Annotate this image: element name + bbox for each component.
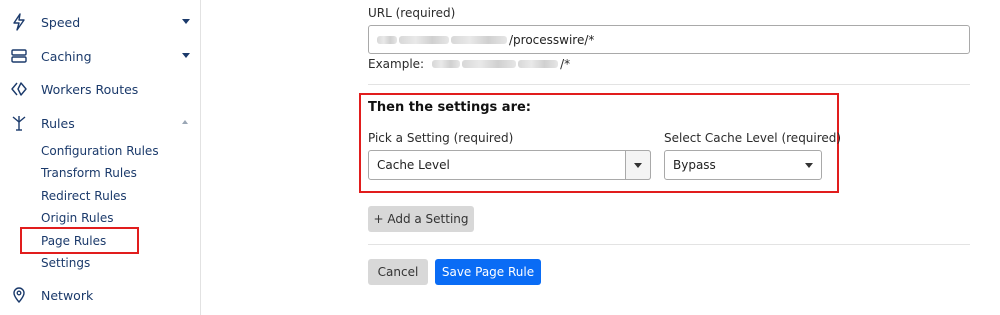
sidebar-item-transform-rules[interactable]: Transform Rules — [41, 166, 137, 180]
nav-label-workers-routes: Workers Routes — [41, 81, 139, 97]
settings-title: Then the settings are: — [368, 100, 531, 115]
nav-label-rules: Rules — [41, 115, 75, 131]
pick-setting-value: Cache Level — [377, 158, 450, 172]
save-page-rule-button[interactable]: Save Page Rule — [435, 259, 541, 285]
cache-level-value: Bypass — [673, 158, 716, 172]
cache-level-label: Select Cache Level (required) — [664, 131, 842, 145]
nav-item-workers-routes[interactable]: Workers Routes — [0, 77, 200, 101]
nav-item-speed[interactable]: Speed — [0, 10, 200, 34]
nav-label-caching: Caching — [41, 48, 92, 64]
bolt-icon — [13, 13, 25, 31]
cancel-button[interactable]: Cancel — [368, 259, 428, 285]
sidebar-item-settings[interactable]: Settings — [41, 256, 90, 270]
example-suffix: /* — [560, 57, 571, 71]
cache-level-select[interactable]: Bypass — [664, 150, 822, 180]
nav-item-caching[interactable]: Caching — [0, 44, 200, 68]
url-example: Example: /* — [368, 57, 570, 71]
url-input-value: /processwire/* — [509, 32, 595, 47]
url-label: URL (required) — [368, 6, 456, 20]
chevron-up-icon[interactable] — [182, 120, 188, 124]
sidebar: Speed Caching Workers Routes Rules Confi… — [0, 0, 201, 315]
select-toggle-button[interactable] — [625, 150, 651, 180]
add-setting-button[interactable]: + Add a Setting — [368, 206, 474, 232]
location-pin-icon — [13, 287, 25, 304]
pick-setting-select[interactable]: Cache Level — [368, 150, 651, 180]
page-rules-highlight — [20, 227, 139, 254]
nav-label-network: Network — [41, 287, 94, 303]
server-icon — [11, 49, 27, 63]
nav-item-network[interactable]: Network — [0, 283, 200, 307]
pick-setting-label: Pick a Setting (required) — [368, 131, 514, 145]
url-input[interactable]: /processwire/* — [368, 25, 970, 54]
chevron-down-icon[interactable] — [182, 53, 190, 58]
nav-label-speed: Speed — [41, 14, 81, 30]
divider — [368, 244, 970, 245]
nav-item-rules[interactable]: Rules — [0, 111, 200, 135]
sidebar-item-configuration-rules[interactable]: Configuration Rules — [41, 144, 159, 158]
chevron-down-icon — [805, 163, 813, 168]
sidebar-item-origin-rules[interactable]: Origin Rules — [41, 211, 113, 225]
rules-fork-icon — [12, 116, 26, 131]
divider — [368, 84, 970, 85]
chevron-down-icon — [634, 163, 642, 168]
workers-icon — [11, 82, 27, 96]
example-prefix: Example: — [368, 57, 425, 71]
sidebar-item-redirect-rules[interactable]: Redirect Rules — [41, 189, 127, 203]
chevron-down-icon[interactable] — [182, 19, 190, 24]
